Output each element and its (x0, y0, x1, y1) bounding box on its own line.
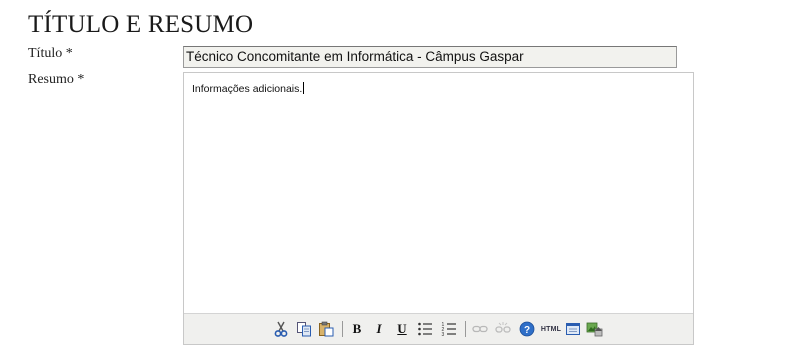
fullscreen-icon[interactable] (564, 320, 582, 338)
summary-editor[interactable]: Informações adicionais. B I U 1 2 3 ? HT… (183, 72, 694, 345)
section-title: TÍTULO E RESUMO (28, 11, 254, 38)
numbered-list-icon[interactable]: 1 2 3 (440, 320, 458, 338)
underline-icon: U (397, 321, 407, 336)
html-icon: HTML (540, 325, 562, 333)
svg-text:3: 3 (442, 332, 445, 337)
text-caret (303, 82, 305, 94)
cut-icon[interactable] (272, 320, 290, 338)
insert-image-icon[interactable] (586, 320, 604, 338)
svg-text:?: ? (524, 325, 530, 336)
italic-icon: I (376, 321, 382, 336)
summary-label: Resumo * (28, 72, 85, 87)
underline-button[interactable]: U (393, 320, 411, 338)
editor-toolbar: B I U 1 2 3 ? HTML (184, 313, 693, 344)
title-input[interactable]: Técnico Concomitante em Informática - Câ… (183, 46, 677, 68)
unlink-icon[interactable] (494, 320, 512, 338)
italic-button[interactable]: I (370, 320, 388, 338)
help-icon[interactable]: ? (518, 320, 536, 338)
title-label: Título * (28, 46, 73, 61)
bold-icon: B (352, 321, 362, 336)
summary-editor-body[interactable]: Informações adicionais. (184, 73, 693, 315)
html-source-button[interactable]: HTML (540, 320, 562, 338)
paste-icon[interactable] (317, 320, 335, 338)
summary-text: Informações adicionais. (192, 83, 303, 95)
toolbar-separator (342, 321, 343, 337)
toolbar-separator (465, 321, 466, 337)
copy-icon[interactable] (295, 320, 313, 338)
link-icon[interactable] (471, 320, 489, 338)
bold-button[interactable]: B (348, 320, 366, 338)
bullet-list-icon[interactable] (416, 320, 434, 338)
